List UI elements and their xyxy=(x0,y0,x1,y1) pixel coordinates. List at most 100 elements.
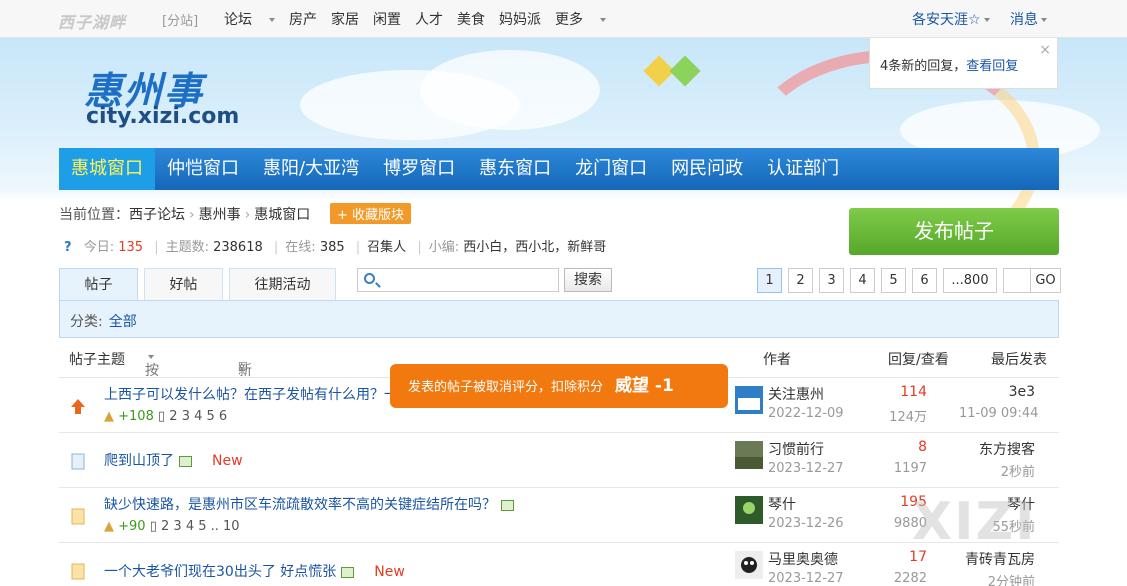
watermark-logo: XIZI xyxy=(912,492,1037,552)
top-nav-house[interactable]: 房产 xyxy=(289,9,317,29)
last-poster[interactable]: 青砖青瓦房 xyxy=(959,549,1035,569)
chevron-down-icon xyxy=(269,18,275,22)
tab-posts[interactable]: 帖子 xyxy=(59,268,138,300)
avatar[interactable] xyxy=(735,551,763,579)
image-attachment-icon xyxy=(501,499,514,511)
new-badge: New xyxy=(374,564,405,580)
thread-pages[interactable]: 2 3 4 5 .. 10 xyxy=(161,519,240,534)
thread-author[interactable]: 琴什 xyxy=(768,494,796,514)
new-badge: New xyxy=(212,453,243,469)
main-nav-boluo[interactable]: 博罗窗口 xyxy=(371,148,467,190)
main-nav-huidong[interactable]: 惠东窗口 xyxy=(467,148,563,190)
thread-title[interactable]: 缺少快速路，是惠州市区车流疏散效率不高的关键症结所在吗？ xyxy=(104,497,496,513)
thread-tabs: 帖子 好帖 往期活动 xyxy=(59,268,342,300)
top-nav-forum[interactable]: 论坛 xyxy=(224,9,275,29)
thread-title[interactable]: 一个大老爷们现在30出头了 好点慌张 xyxy=(104,564,336,580)
tab-good-posts[interactable]: 好帖 xyxy=(144,268,223,300)
tab-past-events[interactable]: 往期活动 xyxy=(229,268,336,300)
close-icon[interactable]: × xyxy=(1039,42,1051,58)
kite-icon xyxy=(669,55,701,87)
page-1[interactable]: 1 xyxy=(757,268,782,293)
editors-list[interactable]: 西小白，西小北，新鲜哥 xyxy=(463,240,606,255)
thread-meta: ▲ +108 ▯ 2 3 4 5 6 xyxy=(104,409,228,424)
avatar[interactable] xyxy=(735,441,763,469)
thread-pages[interactable]: 2 3 4 5 6 xyxy=(169,409,227,424)
notification-text: 4条新的回复， xyxy=(880,59,967,74)
breadcrumb-item[interactable]: 西子论坛 xyxy=(129,207,185,223)
thumbs-up-icon: ▲ xyxy=(104,519,114,534)
last-poster[interactable]: 东方搜客 xyxy=(959,439,1035,459)
pagination: 1 2 3 4 5 6 ...800 GO xyxy=(757,268,1067,293)
messages-menu[interactable]: 消息 xyxy=(1010,9,1047,29)
top-nav-food[interactable]: 美食 xyxy=(457,9,485,29)
image-attachment-icon xyxy=(179,455,192,467)
reply-notification: 4条新的回复，查看回复 × xyxy=(869,38,1058,89)
last-poster[interactable]: 3e3 xyxy=(959,384,1035,400)
page-6[interactable]: 6 xyxy=(912,268,937,293)
chevron-down-icon xyxy=(1041,18,1047,22)
thread-meta: ▲ +90 ▯ 2 3 4 5 .. 10 xyxy=(104,519,240,534)
favorite-board-button[interactable]: + 收藏版块 xyxy=(330,203,412,224)
top-bar: 西子湖畔 [分站] 论坛 房产 家居 闲置 人才 美食 妈妈派 更多 各安天涯☆… xyxy=(0,0,1127,38)
main-nav-certified[interactable]: 认证部门 xyxy=(755,148,851,190)
top-nav-idle[interactable]: 闲置 xyxy=(373,9,401,29)
avatar[interactable] xyxy=(735,496,763,524)
top-nav-mama[interactable]: 妈妈派 xyxy=(499,9,541,29)
search-input[interactable] xyxy=(357,268,559,292)
page-4[interactable]: 4 xyxy=(850,268,875,293)
main-nav-zhongkai[interactable]: 仲恺窗口 xyxy=(155,148,251,190)
page-go-button[interactable]: GO xyxy=(1031,268,1061,293)
image-attachment-icon xyxy=(341,566,355,578)
site-logo[interactable]: 西子湖畔 xyxy=(58,9,126,33)
page-5[interactable]: 5 xyxy=(881,268,906,293)
breadcrumb-item[interactable]: 惠城窗口 xyxy=(254,207,310,223)
cloud-decoration xyxy=(420,50,600,130)
thread-author[interactable]: 习惯前行 xyxy=(768,439,824,459)
category-bar: 分类: 全部 xyxy=(59,300,1059,338)
thread-author[interactable]: 马里奥奥德 xyxy=(768,549,838,569)
post-thread-button[interactable]: 发布帖子 xyxy=(849,208,1059,255)
board-stats: ? 今日: 135 | 主题数: 238618 | 在线: 385 | 召集人 | 小编… xyxy=(64,240,607,255)
page-icon: ▯ xyxy=(149,519,157,534)
thread-title[interactable]: 爬到山顶了 xyxy=(104,453,174,469)
user-menu[interactable]: 各安天涯☆ xyxy=(912,9,990,29)
view-replies-link[interactable]: 查看回复 xyxy=(966,59,1018,74)
banner-url: city.xizi.com xyxy=(86,104,240,129)
hot-document-icon xyxy=(71,563,85,580)
main-nav-wenzheng[interactable]: 网民问政 xyxy=(659,148,755,190)
document-icon xyxy=(71,453,85,470)
top-nav-home[interactable]: 家居 xyxy=(331,9,359,29)
page-icon: ▯ xyxy=(158,409,166,424)
hot-document-icon xyxy=(71,508,85,525)
top-nav-jobs[interactable]: 人才 xyxy=(415,9,443,29)
chevron-right-icon: › xyxy=(244,207,251,223)
help-icon[interactable]: ? xyxy=(64,240,72,255)
page-3[interactable]: 3 xyxy=(819,268,844,293)
main-nav-longmen[interactable]: 龙门窗口 xyxy=(563,148,659,190)
top-nav-more[interactable]: 更多 xyxy=(555,9,606,29)
main-nav: 惠城窗口 仲恺窗口 惠阳/大亚湾 博罗窗口 惠东窗口 龙门窗口 网民问政 认证部… xyxy=(59,148,1059,190)
convener-link[interactable]: 召集人 xyxy=(367,240,406,255)
page-last[interactable]: ...800 xyxy=(943,268,997,293)
top-nav: 论坛 房产 家居 闲置 人才 美食 妈妈派 更多 xyxy=(224,9,620,29)
thread-author[interactable]: 关注惠州 xyxy=(768,384,824,404)
main-nav-huicheng[interactable]: 惠城窗口 xyxy=(59,148,155,190)
thumbs-up-icon: ▲ xyxy=(104,409,114,424)
avatar[interactable] xyxy=(735,386,763,414)
thread-title[interactable]: 上西子可以发什么帖？在西子发帖有什么用？一 xyxy=(104,384,398,404)
main-nav-huiyang[interactable]: 惠阳/大亚湾 xyxy=(251,148,371,190)
search-button[interactable]: 搜索 xyxy=(564,268,612,292)
chevron-down-icon xyxy=(600,18,606,22)
search-icon xyxy=(364,273,375,284)
sort-dropdown[interactable]: 按回复排序 xyxy=(145,349,159,459)
category-all-link[interactable]: 全部 xyxy=(109,314,137,330)
table-row[interactable]: 爬到山顶了 New 习惯前行 2023-12-27 8 1197 东方搜客 2秒前 xyxy=(59,433,1059,488)
page-jump-input[interactable] xyxy=(1003,268,1031,293)
table-row[interactable]: 一个大老爷们现在30出头了 好点慌张 New 马里奥奥德 2023-12-27 1… xyxy=(59,543,1059,586)
score-toast: 发表的帖子被取消评分，扣除积分 威望 -1 xyxy=(390,364,728,408)
table-row[interactable]: 缺少快速路，是惠州市区车流疏散效率不高的关键症结所在吗？ ▲ +90 ▯ 2 3… xyxy=(59,488,1059,543)
page-2[interactable]: 2 xyxy=(788,268,813,293)
pinned-up-arrow-icon xyxy=(71,399,85,414)
breadcrumb-item[interactable]: 惠州事 xyxy=(199,207,241,223)
branch-link[interactable]: [分站] xyxy=(162,10,198,29)
